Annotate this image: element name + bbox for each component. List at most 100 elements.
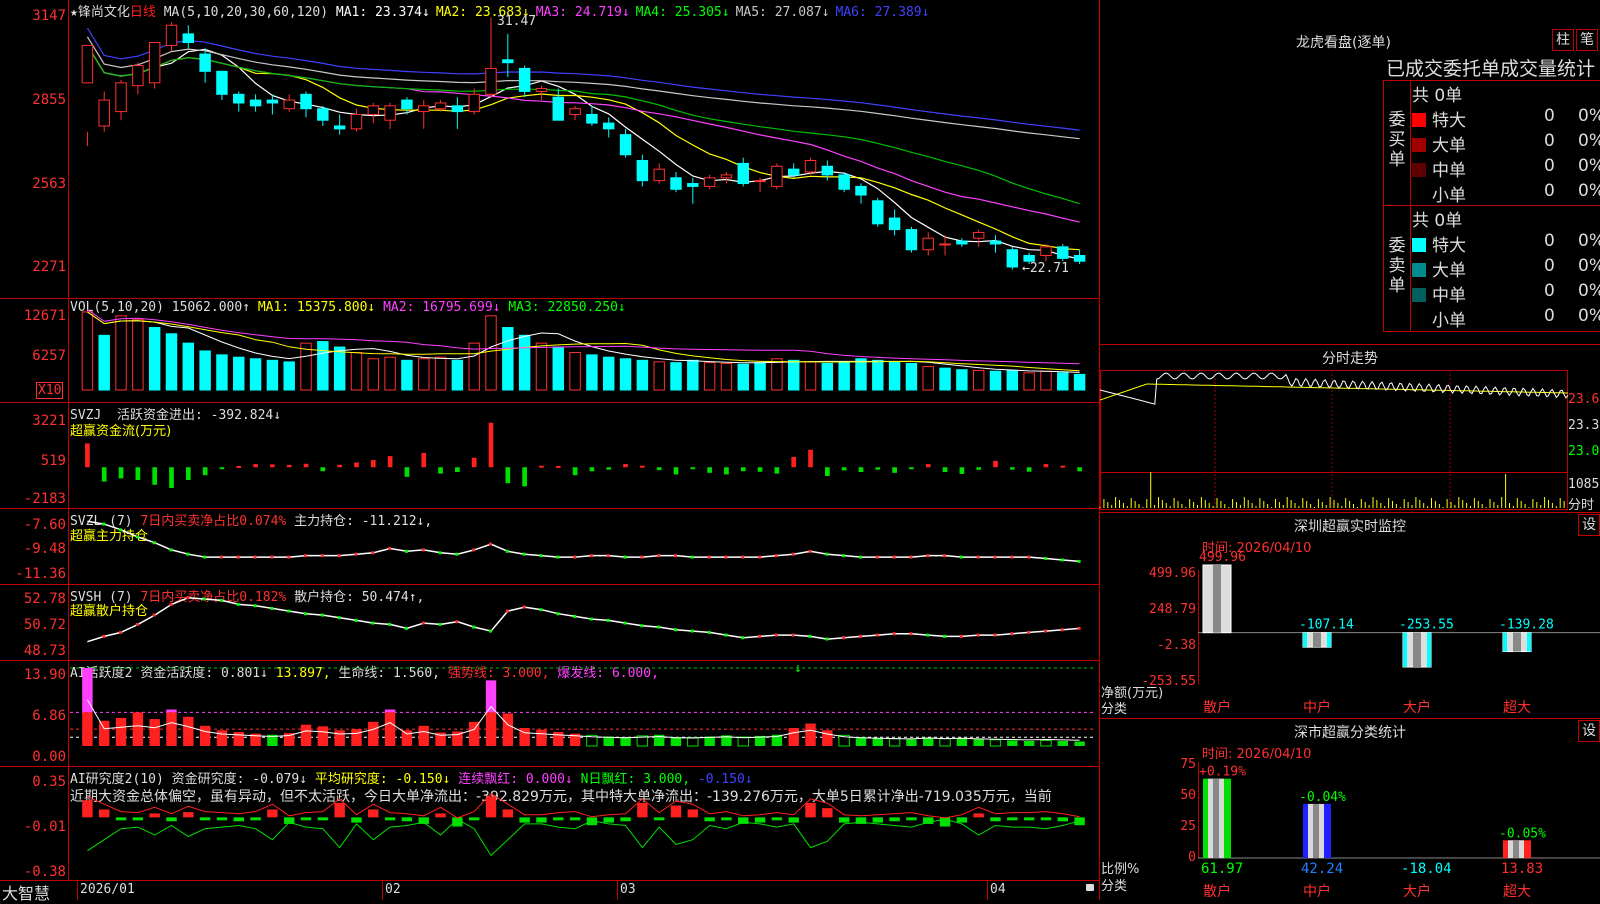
svzl-dot — [270, 555, 274, 559]
ma-line-2 — [86, 45, 1080, 251]
brand-logo[interactable]: 大智慧 — [2, 880, 50, 904]
svzj-bar — [959, 467, 965, 474]
volume-bar — [939, 367, 951, 391]
active-bar — [216, 730, 228, 746]
volume-bar — [249, 358, 262, 391]
svsh-dot — [926, 633, 930, 637]
active-bar — [166, 712, 177, 746]
active-bar — [822, 730, 833, 746]
volume-bar — [283, 361, 295, 391]
svzj-bar — [286, 464, 292, 468]
research-bar — [199, 817, 211, 821]
volume-bar — [81, 311, 94, 391]
bar-view-button[interactable]: 柱 — [1552, 29, 1574, 51]
research-bar — [653, 817, 665, 821]
svsh-dot — [119, 630, 123, 634]
candle-body — [989, 240, 1002, 245]
candlestick-chart[interactable] — [0, 0, 1100, 298]
research-bar — [435, 813, 446, 818]
research-bar — [267, 809, 278, 818]
svzl-dot — [236, 555, 240, 559]
volume-bar — [148, 327, 161, 391]
volume-bar — [451, 359, 464, 391]
volume-bar — [535, 342, 548, 391]
buy-row-name: 中单 — [1432, 161, 1466, 181]
svzl-dot — [657, 554, 661, 558]
research-bar — [216, 817, 228, 821]
svzj-bar — [656, 467, 662, 471]
tick-view-button[interactable]: 笔 — [1576, 29, 1598, 51]
research-bar — [973, 813, 984, 818]
active-bar — [300, 724, 312, 746]
svzl-dot — [741, 555, 745, 559]
volume-bar — [401, 359, 413, 391]
svzj-bar — [101, 467, 107, 482]
svzl-dot — [943, 554, 947, 558]
volume-bar — [922, 366, 934, 391]
svzj-bar — [270, 464, 275, 468]
svzl-dot — [606, 554, 610, 558]
svzj-bar — [505, 467, 511, 484]
svzj-bar — [993, 460, 998, 468]
candle-body — [771, 165, 783, 187]
volume-bar — [468, 342, 480, 391]
intraday-price-tick: 23.06 — [1568, 444, 1600, 459]
svsh-dot — [943, 634, 947, 638]
svzj-bar — [118, 467, 124, 479]
svsh-dot — [1060, 628, 1064, 632]
svsh-dot — [842, 636, 846, 640]
research-bar — [1007, 817, 1018, 821]
svzj-bar — [707, 467, 712, 473]
volume-bar — [737, 363, 749, 391]
svzl-dot — [320, 554, 324, 558]
intraday-chart[interactable] — [1099, 370, 1569, 510]
buy-row-count: 0 — [1544, 131, 1555, 151]
candle-body — [972, 231, 985, 239]
active-bar — [1074, 741, 1085, 746]
buy-row-pct: 0% — [1578, 156, 1600, 176]
active-bar — [805, 723, 816, 746]
svsh-line — [87, 596, 1080, 643]
candle-body — [148, 42, 161, 84]
svsh-dot — [169, 602, 173, 606]
svzl-dot — [539, 554, 543, 558]
candle-body — [182, 33, 195, 44]
svzl-dot — [522, 552, 526, 556]
svzl-dot — [1010, 555, 1014, 559]
lhb-header: 已成交委托单成交量统计 — [1386, 58, 1596, 80]
svzl-dot — [959, 555, 963, 559]
candle-body — [384, 105, 396, 121]
candle-body — [1006, 249, 1019, 268]
class-bottom-label: 42.24 — [1301, 861, 1343, 877]
buy-color-swatch — [1412, 188, 1426, 202]
svsh-dot — [152, 613, 156, 617]
svzj-bar — [841, 467, 847, 471]
x-tick-label: 02 — [385, 882, 401, 897]
research-bar — [368, 809, 379, 818]
research-bar — [1040, 817, 1052, 821]
svzj-bar — [942, 467, 948, 473]
svzl-dot — [438, 551, 442, 555]
svsh-dot — [808, 634, 812, 638]
ma-line-4 — [86, 45, 1080, 205]
volume-bar — [182, 342, 195, 391]
volume-bar — [586, 354, 598, 391]
volume-bar — [670, 362, 682, 391]
svsh-dot — [606, 618, 610, 622]
volume-bar — [821, 362, 834, 391]
research-bar — [485, 796, 497, 818]
svzj-bar — [1026, 467, 1032, 472]
volume-bar — [518, 334, 531, 391]
active-bar — [923, 737, 934, 746]
candle-body — [367, 105, 380, 115]
volume-bar — [804, 361, 817, 391]
svzj-bar — [858, 467, 864, 473]
candle-body — [333, 125, 346, 130]
svzj-bar — [909, 467, 914, 470]
svzl-dot — [926, 554, 930, 558]
svsh-dot — [522, 605, 526, 609]
svzj-bar — [740, 467, 746, 472]
lock-icon[interactable] — [1086, 884, 1094, 891]
active-bar — [872, 738, 884, 746]
svzj-bar — [185, 467, 191, 480]
